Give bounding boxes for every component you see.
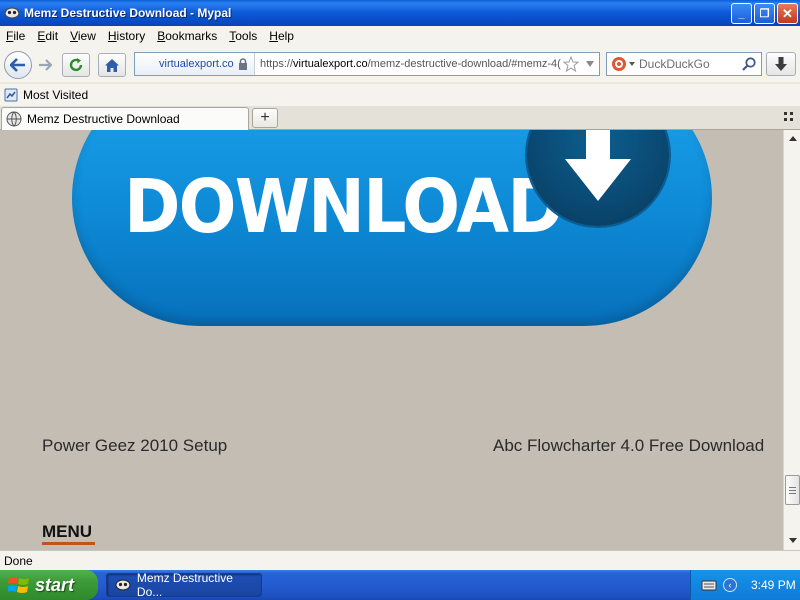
link-abc-flowcharter[interactable]: Abc Flowcharter 4.0 Free Download	[493, 436, 764, 456]
tab-title: Memz Destructive Download	[27, 112, 180, 126]
chevron-left-icon: ‹	[728, 580, 732, 590]
maximize-button[interactable]: ❐	[754, 3, 775, 24]
minimize-button[interactable]: _	[731, 3, 752, 24]
site-identity-button[interactable]: virtualexport.co	[135, 53, 255, 75]
most-visited-icon	[4, 88, 18, 102]
menu-edit[interactable]: Edit	[31, 29, 64, 43]
scrollbar-thumb[interactable]	[785, 475, 800, 505]
menu-history[interactable]: History	[102, 29, 151, 43]
menu-help[interactable]: Help	[263, 29, 300, 43]
list-all-tabs-button[interactable]	[784, 112, 794, 122]
download-arrow-icon	[775, 57, 787, 71]
search-icon[interactable]	[741, 56, 757, 72]
windows-taskbar: start Memz Destructive Do... ‹ 3:49 PM	[0, 570, 800, 600]
chevron-down-icon	[629, 62, 635, 66]
link-power-geez[interactable]: Power Geez 2010 Setup	[42, 436, 227, 456]
close-icon: ✕	[782, 5, 793, 21]
menu-tools[interactable]: Tools	[223, 29, 263, 43]
window-title: Memz Destructive Download - Mypal	[24, 6, 232, 20]
back-button[interactable]	[4, 51, 32, 79]
clock: 3:49 PM	[751, 578, 796, 592]
download-arrow-icon	[565, 130, 631, 201]
site-identity-label: virtualexport.co	[159, 58, 234, 70]
new-tab-button[interactable]: +	[252, 108, 278, 128]
keyboard-icon[interactable]	[701, 579, 717, 591]
scroll-up-button[interactable]	[785, 130, 800, 147]
duckduckgo-icon	[612, 57, 626, 71]
download-banner-button[interactable]: DOWNLOAD	[72, 130, 712, 326]
forward-arrow-icon	[39, 59, 52, 71]
plus-icon: +	[260, 109, 270, 126]
home-button[interactable]	[98, 53, 126, 77]
lock-icon	[239, 58, 247, 70]
url-dropdown-icon[interactable]	[585, 60, 595, 68]
show-hidden-icons-button[interactable]: ‹	[723, 578, 737, 592]
address-bar[interactable]: virtualexport.co https://virtualexport.c…	[134, 52, 600, 76]
start-button[interactable]: start	[0, 570, 98, 600]
status-text: Done	[4, 553, 33, 568]
menu-bar: File Edit View History Bookmarks Tools H…	[0, 26, 800, 46]
vertical-scrollbar[interactable]	[783, 130, 800, 550]
chevron-down-icon	[788, 538, 797, 543]
page-content: DOWNLOAD Power Geez 2010 Setup Abc Flowc…	[0, 130, 783, 550]
tab-memz-destructive-download[interactable]: Memz Destructive Download	[1, 107, 249, 130]
search-input[interactable]: DuckDuckGo	[639, 57, 741, 71]
reload-button[interactable]	[62, 53, 90, 77]
reload-icon	[69, 58, 83, 72]
close-button[interactable]: ✕	[777, 3, 798, 24]
downloads-button[interactable]	[766, 52, 796, 76]
scroll-down-button[interactable]	[785, 532, 800, 549]
globe-icon	[6, 111, 22, 127]
url-input[interactable]: https://virtualexport.co/memz-destructiv…	[255, 58, 563, 70]
window-titlebar: Memz Destructive Download - Mypal _ ❐ ✕	[0, 0, 800, 26]
menu-bookmarks[interactable]: Bookmarks	[151, 29, 223, 43]
minimize-icon: _	[738, 7, 745, 20]
search-bar[interactable]: DuckDuckGo	[606, 52, 762, 76]
search-engine-selector[interactable]	[607, 56, 639, 72]
menu-heading-underline	[42, 542, 95, 545]
status-bar: Done	[0, 550, 800, 570]
mypal-app-icon	[115, 579, 131, 591]
home-icon	[105, 58, 119, 72]
forward-button[interactable]	[34, 55, 56, 75]
start-label: start	[35, 574, 75, 595]
chevron-up-icon	[788, 136, 797, 141]
taskbar-window-label: Memz Destructive Do...	[136, 571, 233, 599]
mypal-app-icon	[4, 5, 20, 21]
bookmark-star-icon[interactable]	[563, 56, 579, 72]
bookmark-most-visited[interactable]: Most Visited	[0, 88, 88, 102]
menu-file[interactable]: File	[0, 29, 31, 43]
tab-strip: Memz Destructive Download +	[0, 106, 800, 130]
most-visited-label: Most Visited	[23, 88, 89, 102]
maximize-icon: ❐	[759, 8, 770, 20]
windows-logo-icon	[8, 577, 29, 593]
menu-heading: MENU	[42, 522, 93, 541]
back-arrow-icon	[10, 58, 25, 72]
system-tray: ‹ 3:49 PM	[690, 570, 800, 600]
menu-view[interactable]: View	[64, 29, 102, 43]
taskbar-window-mypal[interactable]: Memz Destructive Do...	[106, 571, 262, 599]
bookmarks-toolbar: Most Visited	[0, 84, 800, 106]
download-banner-text: DOWNLOAD	[124, 164, 564, 250]
